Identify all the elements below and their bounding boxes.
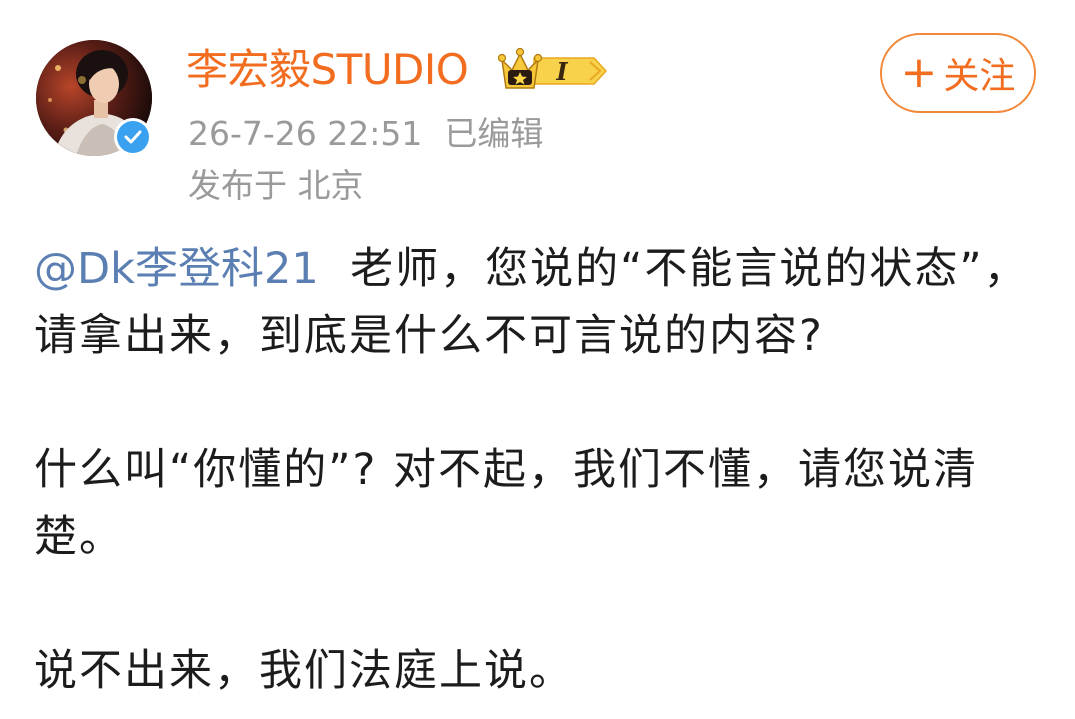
post-location: 发布于 北京 [188, 166, 364, 205]
verified-badge [114, 118, 152, 156]
crown-level-icon: I [497, 47, 608, 89]
post-timestamp: 26-7-26 22:51 [188, 114, 423, 153]
follow-button[interactable]: + 关注 [880, 33, 1036, 113]
verified-check-icon [117, 121, 149, 153]
plus-icon: + [900, 47, 938, 98]
edited-label[interactable]: 已编辑 [444, 114, 543, 153]
author-name[interactable]: 李宏毅STUDIO [186, 44, 469, 96]
vip-level-text: I [555, 57, 568, 86]
vip-badge[interactable]: I [497, 44, 610, 94]
paragraph-1: @Dk李登科21 老师，您说的“不能言说的状态”，请拿出来，到底是什么不可言说的… [34, 236, 1044, 370]
mention-link[interactable]: @Dk李登科21 [34, 244, 319, 294]
post-content: @Dk李登科21 老师，您说的“不能言说的状态”，请拿出来，到底是什么不可言说的… [34, 236, 1044, 705]
paragraph-2: 什么叫“你懂的”? 对不起，我们不懂，请您说清楚。 [34, 445, 979, 562]
follow-label: 关注 [943, 56, 1016, 97]
paragraph-3: 说不出来，我们法庭上说。 [34, 646, 574, 696]
post-meta-time: 26-7-26 22:51 已编辑 [188, 114, 543, 154]
weibo-post: 李宏毅STUDIO I 26-7-26 22:51 已编辑 发布于 北京 + 关注… [0, 0, 1075, 719]
